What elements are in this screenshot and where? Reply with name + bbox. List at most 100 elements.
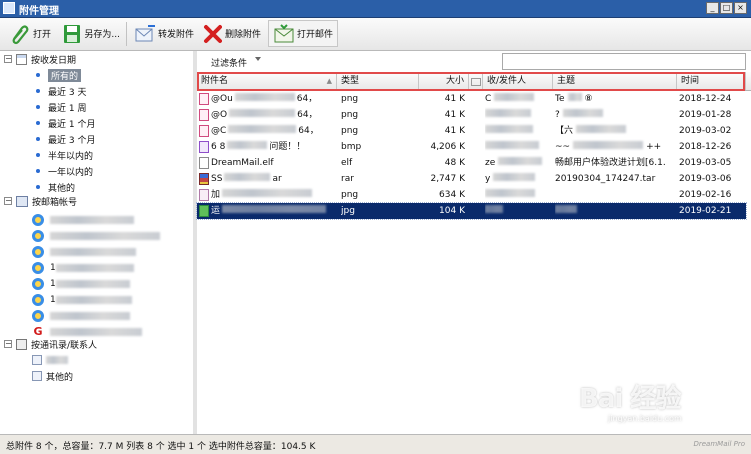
jpg-file-icon [199,205,209,217]
tree-account-item[interactable] [32,229,160,243]
collapse-toggle-icon[interactable]: − [4,197,12,205]
tree-item-other[interactable]: 其他的 [36,180,75,194]
mailbox-account-icon [16,195,28,207]
tree-item-last-3-months[interactable]: 最近 3 个月 [36,132,95,146]
tree-item-label: 其他的 [46,372,74,383]
tree-account-item[interactable]: 1 [32,293,132,307]
bmp-file-icon [199,141,209,153]
tree-item-half-year[interactable]: 半年以内的 [36,148,93,162]
blurred-account-name [50,248,136,256]
tree-item-label: 最近 1 周 [48,103,87,114]
tree-group-date[interactable]: − 按收发日期 [4,52,76,66]
table-row[interactable]: @O 64， png 41 K ? 2019-01-28 [197,107,746,123]
forward-attachment-label: 转发附件 [157,30,194,40]
tree-account-item[interactable] [32,213,134,227]
tree-group-contacts[interactable]: − 按通讯录/联系人 [4,337,97,351]
tree-item-last-month[interactable]: 最近 1 个月 [36,116,95,130]
mail-account-icon [32,246,44,258]
mail-account-icon [32,262,44,274]
open-mail-button[interactable]: 打开邮件 [268,20,338,47]
close-button[interactable]: × [734,2,747,14]
tree-item-last-week[interactable]: 最近 1 周 [36,100,86,114]
window-title: 附件管理 [19,6,59,17]
open-mail-label: 打开邮件 [296,30,333,40]
png-file-icon [199,189,209,201]
tree-group-account[interactable]: − 按邮箱帐号 [4,194,77,208]
tree-item-label: 最近 3 天 [48,87,87,98]
contact-card-icon [32,371,42,381]
filter-dropdown-label[interactable]: 过滤条件 [211,56,247,69]
blurred-account-name [55,280,130,288]
filter-search-input[interactable] [502,53,746,70]
mail-account-icon [32,294,44,306]
blurred-account-name [55,264,134,272]
bullet-icon [36,169,40,173]
bullet-icon [36,89,40,93]
tree-contact-other[interactable]: 其他的 [32,369,73,383]
tree-group-contacts-label: 按通讯录/联系人 [31,340,98,351]
png-file-icon [199,109,209,121]
tree-group-account-label: 按邮箱帐号 [32,197,78,208]
mail-account-icon [32,310,44,322]
forward-attachment-button[interactable]: 转发附件 [130,20,198,47]
save-as-button[interactable]: 另存为... [58,20,124,47]
delete-attachment-button[interactable]: 删除附件 [199,20,265,47]
collapse-toggle-icon[interactable]: − [4,340,12,348]
tree-account-item[interactable]: 1 [32,277,130,291]
tree-account-item[interactable] [32,245,136,259]
blurred-contact-name [46,356,68,364]
tree-account-item[interactable] [32,309,130,323]
chevron-down-icon[interactable] [255,57,261,61]
tree-item-last-3-days[interactable]: 最近 3 天 [36,84,86,98]
table-row[interactable]: SS ar rar 2,747 K y 20190304_174247.tar 2… [197,171,746,187]
table-row-selected[interactable]: 运 jpg 104 K 2019-02-21 [196,202,747,220]
forward-mail-icon [135,24,155,41]
blurred-account-name [50,216,134,224]
tree-item-label: 所有的 [48,68,82,82]
open-button[interactable]: 打开 [4,20,56,47]
png-file-icon [199,125,209,137]
tree-item-one-year[interactable]: 一年以内的 [36,164,93,178]
tree-item-all[interactable]: 所有的 [36,68,82,82]
rar-archive-icon [199,173,209,185]
bullet-icon [36,137,40,141]
brand-label: DreamMail Pro [693,440,745,448]
mail-account-icon [32,278,44,290]
toolbar: 打开 另存为... 转发附件 删除附件 打开邮件 [0,18,751,51]
bullet-icon [36,73,40,77]
blurred-account-name [50,232,160,240]
mail-account-icon [32,230,44,242]
elf-file-icon [199,157,209,169]
status-text: 总附件 8 个，总容量：7.7 M 列表 8 个 选中 1 个 选中附件总容量：… [6,442,316,452]
toolbar-separator [126,22,127,46]
delete-x-icon [204,24,222,43]
header-highlight-box [197,72,745,91]
tree-account-item[interactable]: 1 [32,261,134,275]
status-bar: 总附件 8 个，总容量：7.7 M 列表 8 个 选中 1 个 选中附件总容量：… [0,434,751,454]
baidu-watermark: Bai 经验 [579,384,681,414]
open-mail-icon [274,23,294,42]
tree-item-label: 半年以内的 [48,151,94,162]
blurred-account-name [50,328,142,336]
table-row[interactable]: 加 png 634 K 2019-02-16 [197,187,746,203]
bullet-icon [36,153,40,157]
maximize-button[interactable]: □ [720,2,733,14]
tree-contact-item[interactable] [32,353,68,367]
tree-item-label: 最近 1 个月 [48,119,96,130]
minimize-button[interactable]: _ [706,2,719,14]
tree-item-label: 其他的 [48,183,76,194]
delete-attachment-label: 删除附件 [224,30,261,40]
bullet-icon [36,185,40,189]
table-row[interactable]: @Ou 64， png 41 K C Te ⑧ 2018-12-24 [197,91,746,107]
collapse-toggle-icon[interactable]: − [4,55,12,63]
bullet-icon [36,105,40,109]
blurred-text [234,93,295,101]
save-icon [64,24,80,43]
table-row[interactable]: @C 64， png 41 K 【六 2019-03-02 [197,123,746,139]
baidu-watermark-url: jingyan.baidu.com [608,414,682,423]
address-book-icon [16,338,27,350]
calendar-icon [16,53,27,65]
table-row[interactable]: 6 8 问题！！ bmp 4,206 K ~~ ++ 2018-12-26 [197,139,746,155]
blurred-account-name [50,312,130,320]
table-row[interactable]: DreamMail.elf elf 48 K ze 畅邮用户体验改进计划[6.1… [197,155,746,171]
